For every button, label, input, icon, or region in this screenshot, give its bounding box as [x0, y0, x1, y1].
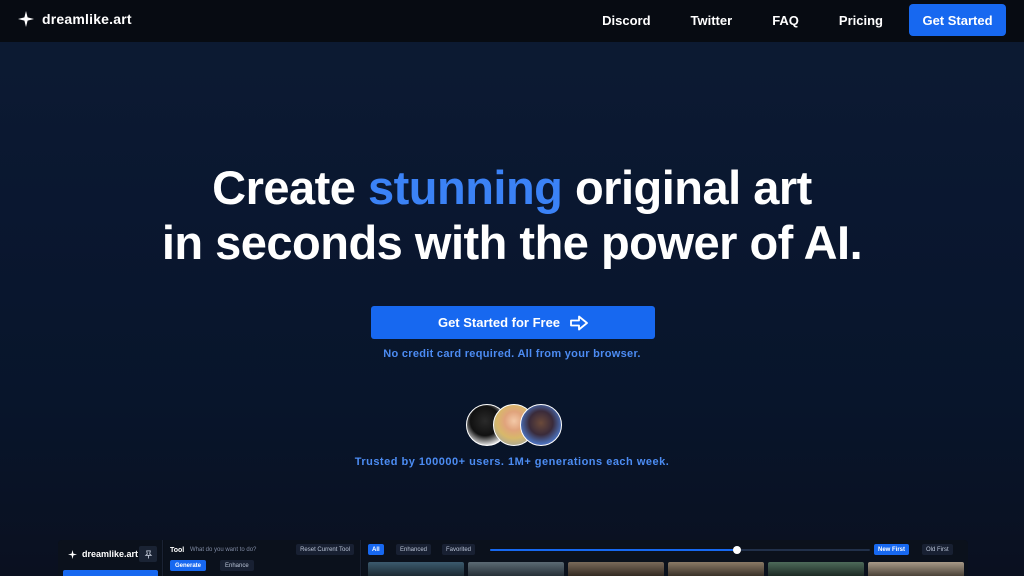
filter-favorited-label: Favorited	[446, 546, 472, 553]
app-brand-name: dreamlike.art	[82, 549, 139, 559]
app-preview: dreamlike.art Tool What do you want to d…	[58, 540, 968, 576]
gallery-thumbnail[interactable]	[668, 562, 764, 576]
pin-icon	[144, 549, 152, 559]
gallery-thumbnail[interactable]	[768, 562, 864, 576]
pin-button[interactable]	[139, 546, 157, 562]
slider-handle[interactable]	[733, 546, 741, 554]
gallery-thumbnails	[368, 562, 964, 576]
sparkle-icon	[68, 549, 77, 559]
reset-tool-button[interactable]: Reset Current Tool	[296, 544, 354, 555]
user-avatars	[466, 404, 566, 446]
sort-new-first-chip[interactable]: New First	[874, 544, 910, 555]
filter-all-chip[interactable]: All	[368, 544, 384, 555]
nav-link-discord[interactable]: Discord	[602, 13, 650, 28]
headline-text: Create	[212, 161, 368, 214]
avatar	[520, 404, 562, 446]
filter-all-label: All	[372, 546, 380, 553]
brand-name: dreamlike.art	[42, 11, 132, 27]
enhance-button[interactable]: Enhance	[220, 560, 254, 571]
headline-line-1: Create stunning original art	[0, 160, 1024, 215]
filter-favorited-chip[interactable]: Favorited	[442, 544, 476, 555]
get-started-button[interactable]: Get Started	[909, 4, 1006, 36]
enhance-label: Enhance	[225, 562, 249, 569]
prompt-input[interactable]: What do you want to do?	[190, 547, 256, 553]
trusted-by-text: Trusted by 100000+ users. 1M+ generation…	[354, 456, 670, 468]
gallery-thumbnail[interactable]	[568, 562, 664, 576]
headline-line-2: in seconds with the power of AI.	[161, 216, 863, 269]
no-credit-card-note: No credit card required. All from your b…	[383, 348, 641, 360]
top-navbar: dreamlike.art Discord Twitter FAQ Pricin…	[0, 0, 1024, 42]
nav-link-pricing[interactable]: Pricing	[839, 13, 883, 28]
gallery-thumbnail[interactable]	[468, 562, 564, 576]
gallery-thumbnail[interactable]	[368, 562, 464, 576]
nav-links: Discord Twitter FAQ Pricing Get Started	[602, 4, 1006, 36]
sidebar-active-item[interactable]	[63, 570, 158, 576]
arrow-right-icon	[570, 315, 588, 330]
reset-tool-label: Reset Current Tool	[300, 546, 350, 553]
cta-label: Get Started for Free	[437, 315, 561, 330]
generate-button[interactable]: Generate	[170, 560, 207, 571]
gallery-size-slider[interactable]	[490, 546, 870, 554]
app-sidebar: dreamlike.art	[58, 540, 163, 576]
app-brand: dreamlike.art	[68, 549, 138, 559]
gallery-panel: All Enhanced Favorited New First Old Fir…	[362, 540, 968, 576]
nav-link-twitter[interactable]: Twitter	[691, 13, 733, 28]
sort-old-label: Old First	[926, 546, 949, 553]
filter-enhanced-label: Enhanced	[400, 546, 428, 553]
hero-headline: Create stunning original art in seconds …	[0, 160, 1024, 270]
gallery-thumbnail[interactable]	[868, 562, 964, 576]
get-started-free-button[interactable]: Get Started for Free	[371, 306, 655, 339]
sort-new-label: New First	[878, 546, 906, 553]
brand-logo[interactable]: dreamlike.art	[18, 11, 132, 27]
tool-label: Tool	[170, 547, 185, 554]
filter-enhanced-chip[interactable]: Enhanced	[396, 544, 432, 555]
headline-text: original art	[562, 161, 812, 214]
sparkle-icon	[18, 11, 34, 27]
generate-label: Generate	[175, 562, 202, 569]
nav-link-faq[interactable]: FAQ	[772, 13, 799, 28]
sort-old-first-chip[interactable]: Old First	[922, 544, 953, 555]
headline-accent-word: stunning	[368, 161, 563, 214]
tool-panel: Tool What do you want to do? Reset Curre…	[164, 540, 361, 576]
slider-fill	[490, 549, 737, 551]
